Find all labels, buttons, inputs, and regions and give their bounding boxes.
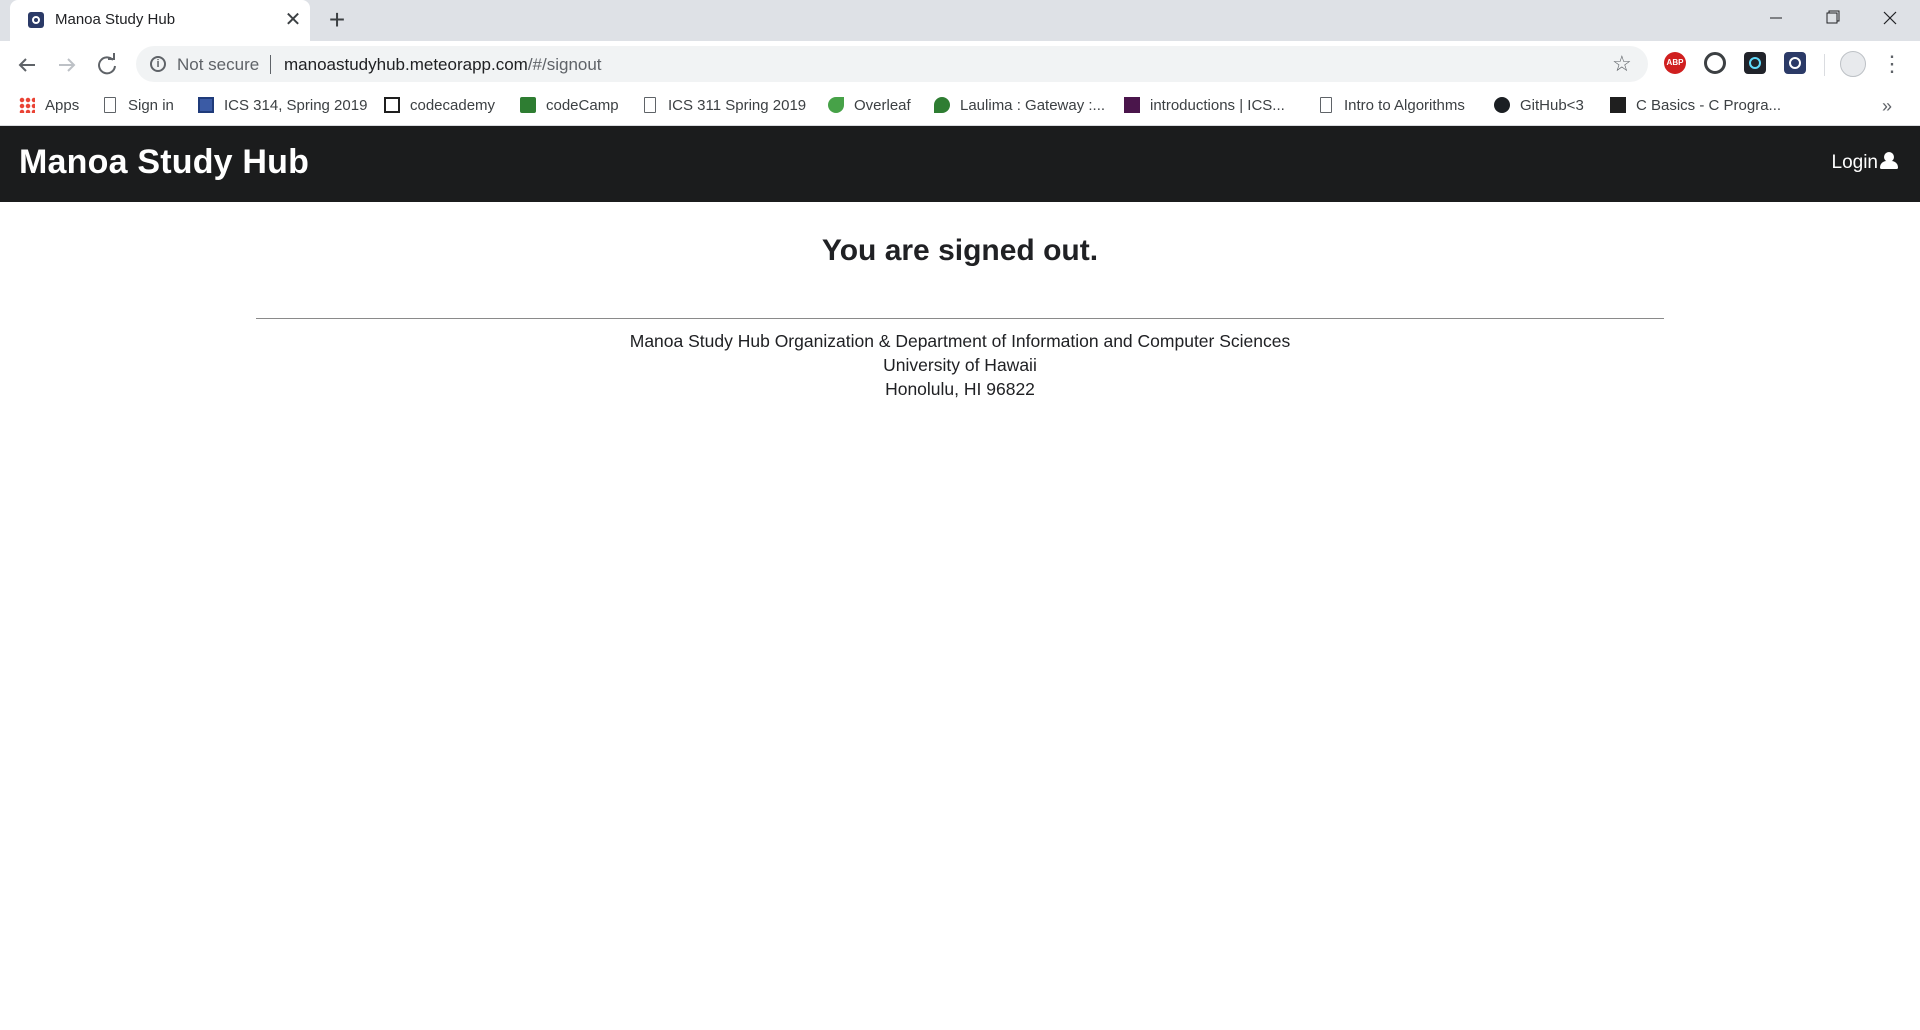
new-tab-button[interactable]: + — [322, 6, 352, 36]
bookmark-codecamp[interactable]: codeCamp — [520, 95, 619, 117]
url-text[interactable]: manoastudyhub.meteorapp.com/#/signout — [284, 55, 602, 75]
laulima-icon — [934, 97, 950, 113]
bookmark-laulima[interactable]: Laulima : Gateway :... — [934, 95, 1105, 117]
browser-toolbar: i Not secure manoastudyhub.meteorapp.com… — [0, 41, 1920, 88]
bookmark-label: ICS 314, Spring 2019 — [224, 97, 368, 114]
address-bar[interactable]: i Not secure manoastudyhub.meteorapp.com… — [136, 46, 1648, 82]
slack-icon — [1124, 97, 1140, 113]
bookmark-label: codecademy — [410, 97, 496, 114]
codecademy-icon — [384, 97, 400, 113]
address-separator — [270, 55, 271, 74]
back-arrow-icon — [18, 58, 35, 72]
course-icon — [198, 97, 214, 113]
profile-avatar[interactable] — [1840, 51, 1866, 77]
toolbar-divider — [1824, 54, 1825, 76]
url-path: /#/signout — [527, 55, 602, 74]
page-icon — [1320, 97, 1332, 113]
sync-extension-icon[interactable] — [1704, 52, 1726, 74]
bookmark-overleaf[interactable]: Overleaf — [828, 95, 911, 117]
site-favicon-icon — [28, 12, 44, 28]
info-icon[interactable]: i — [150, 56, 166, 72]
reload-icon — [98, 53, 116, 75]
bookmark-apps[interactable]: Apps — [19, 95, 79, 117]
bookmark-ics314[interactable]: ICS 314, Spring 2019 — [198, 95, 367, 117]
bookmark-slack[interactable]: introductions | ICS... — [1124, 95, 1285, 117]
close-icon — [1883, 11, 1897, 25]
bookmark-label: GitHub<3 — [1520, 97, 1584, 114]
browser-tab[interactable]: Manoa Study Hub ✕ — [10, 0, 310, 41]
page-icon — [104, 97, 116, 113]
bookmark-label: Sign in — [128, 97, 174, 114]
tab-close-icon[interactable]: ✕ — [282, 9, 304, 31]
apps-grid-icon — [19, 97, 35, 113]
bookmarks-overflow-icon[interactable]: » — [1882, 95, 1892, 117]
url-host: manoastudyhub.meteorapp.com — [284, 55, 528, 74]
bookmark-label: ICS 311 Spring 2019 — [668, 97, 807, 114]
bookmark-label: Apps — [45, 97, 80, 114]
forward-button[interactable] — [51, 49, 83, 81]
freecodecamp-icon — [520, 97, 536, 113]
bookmark-label: Intro to Algorithms — [1344, 97, 1465, 114]
bookmark-label: Overleaf — [854, 97, 911, 114]
page-footer: Manoa Study Hub Organization & Departmen… — [0, 329, 1920, 401]
window-close-button[interactable] — [1862, 0, 1918, 36]
react-devtools-extension-icon[interactable] — [1744, 52, 1766, 74]
footer-address: Honolulu, HI 96822 — [885, 379, 1035, 399]
window-restore-button[interactable] — [1804, 0, 1860, 36]
bookmark-label: C Basics - C Progra... — [1636, 97, 1782, 114]
browser-menu-icon[interactable]: ⋮ — [1880, 49, 1904, 79]
site-navbar: Manoa Study Hub Login — [0, 126, 1920, 202]
window-minimize-button[interactable] — [1748, 0, 1804, 36]
footer-organization: Manoa Study Hub Organization & Departmen… — [629, 331, 1291, 351]
user-icon — [1880, 152, 1898, 169]
security-status[interactable]: Not secure — [177, 55, 259, 75]
restore-icon — [1826, 10, 1840, 24]
browser-tabstrip: Manoa Study Hub ✕ + — [0, 0, 1920, 41]
login-button[interactable]: Login — [1831, 152, 1898, 174]
page-icon — [644, 97, 656, 113]
terminal-icon — [1610, 97, 1626, 113]
forward-arrow-icon — [59, 58, 76, 72]
bookmark-codecademy[interactable]: codecademy — [384, 95, 495, 117]
github-icon — [1494, 97, 1510, 113]
login-label: Login — [1831, 152, 1879, 173]
bookmark-label: Laulima : Gateway :... — [960, 97, 1106, 114]
signout-heading: You are signed out. — [821, 234, 1099, 267]
footer-university: University of Hawaii — [883, 355, 1037, 375]
bookmark-algorithms[interactable]: Intro to Algorithms — [1318, 95, 1465, 117]
back-button[interactable] — [11, 49, 43, 81]
meteor-devtools-extension-icon[interactable] — [1784, 52, 1806, 74]
bookmark-sign-in[interactable]: Sign in — [102, 95, 174, 117]
minimize-icon — [1770, 17, 1782, 19]
site-brand[interactable]: Manoa Study Hub — [19, 143, 309, 182]
bookmark-ics311[interactable]: ICS 311 Spring 2019 — [642, 95, 806, 117]
overleaf-icon — [828, 97, 844, 113]
bookmarks-bar: Apps Sign in ICS 314, Spring 2019 codeca… — [0, 88, 1920, 126]
bookmark-label: introductions | ICS... — [1150, 97, 1285, 114]
bookmark-label: codeCamp — [546, 97, 619, 114]
adblock-extension-icon[interactable]: ABP — [1664, 52, 1686, 74]
bookmark-star-icon[interactable]: ☆ — [1612, 51, 1632, 77]
footer-divider — [256, 318, 1664, 319]
reload-button[interactable] — [91, 49, 123, 81]
bookmark-github[interactable]: GitHub<3 — [1494, 95, 1584, 117]
tab-title: Manoa Study Hub — [55, 11, 176, 28]
bookmark-c-basics[interactable]: C Basics - C Progra... — [1610, 95, 1781, 117]
